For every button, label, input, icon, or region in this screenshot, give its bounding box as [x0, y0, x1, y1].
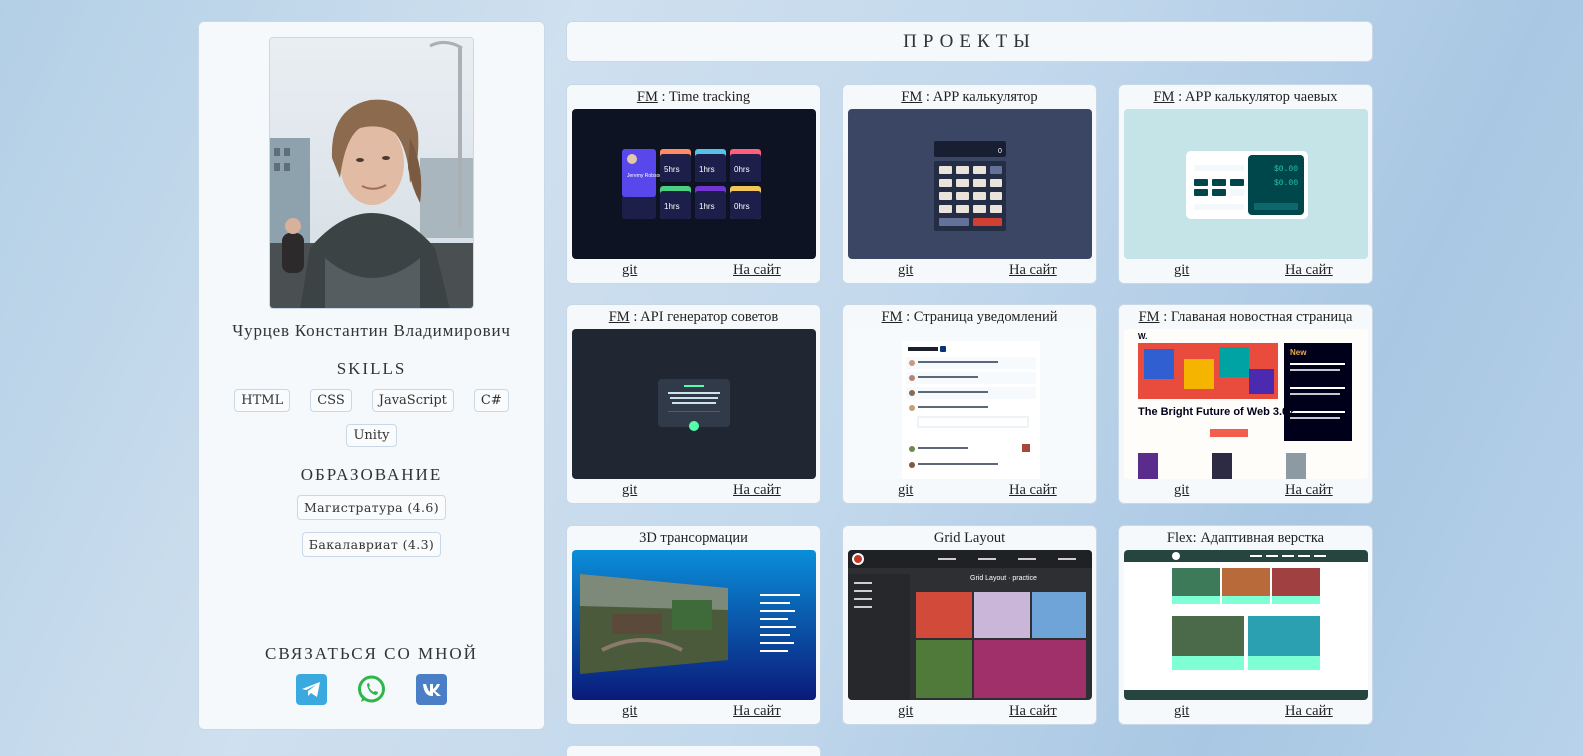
project-thumbnail[interactable]	[572, 329, 816, 479]
whatsapp-icon[interactable]	[356, 674, 387, 705]
education-chip: Бакалавриат (4.3)	[301, 532, 442, 557]
project-name: : API генератор советов	[633, 309, 779, 325]
fm-link[interactable]: FM	[609, 309, 630, 325]
thumb-grid-title: Grid Layout · practice	[970, 575, 1037, 582]
telegram-icon[interactable]	[296, 674, 327, 705]
project-name: : Time tracking	[661, 89, 751, 105]
project-thumbnail[interactable]	[848, 329, 1092, 479]
git-link[interactable]: git	[1174, 262, 1189, 279]
thumb-hours: 1hrs	[664, 202, 680, 211]
skill-chip: CSS	[310, 389, 352, 412]
svg-text:W.: W.	[1138, 332, 1147, 341]
skills-title: SKILLS	[336, 359, 407, 378]
project-thumbnail[interactable]: 0	[848, 109, 1092, 259]
project-name: : Страница уведомлений	[906, 309, 1058, 325]
thumb-headline: The Bright Future of Web 3.0?	[1138, 406, 1295, 418]
thumb-side-title: New	[1290, 348, 1307, 357]
project-title: FM : Страница уведомлений	[843, 309, 1096, 326]
project-card: FM : APP калькулятор чаевых $0.00 $0.00 …	[1118, 84, 1373, 284]
project-title: FM : APP калькулятор чаевых	[1119, 89, 1372, 106]
project-title: Grid Layout	[843, 530, 1096, 547]
thumb-user: Jeremy Robson	[627, 173, 662, 179]
avatar-photo	[270, 38, 473, 308]
git-link[interactable]: git	[898, 482, 913, 499]
project-name: : APP калькулятор чаевых	[1178, 89, 1338, 105]
thumb-amount: $0.00	[1274, 179, 1298, 188]
project-card: Flex: Адаптивная верстка git На сайт	[1118, 525, 1373, 725]
thumb-display: 0	[998, 148, 1002, 155]
project-name: 3D трансормации	[639, 530, 748, 546]
project-name: Grid Layout	[933, 530, 1006, 546]
project-title: Flex: Адаптивная верстка	[1119, 530, 1372, 547]
vk-icon[interactable]	[416, 674, 447, 705]
project-name: : Главаная новостная страница	[1163, 309, 1353, 325]
git-link[interactable]: git	[622, 703, 637, 720]
project-card: FM : Главаная новостная страница W. New …	[1118, 304, 1373, 504]
git-link[interactable]: git	[898, 703, 913, 720]
git-link[interactable]: git	[622, 482, 637, 499]
avatar	[269, 37, 474, 309]
contact-title: СВЯЗАТЬСЯ СО МНОЙ	[265, 644, 478, 663]
git-link[interactable]: git	[898, 262, 913, 279]
site-link[interactable]: На сайт	[1009, 703, 1057, 720]
person-name: Чурцев Константин Владимирович	[232, 321, 511, 340]
thumb-hours: 5hrs	[664, 165, 680, 174]
thumb-hours: 1hrs	[699, 165, 715, 174]
site-link[interactable]: На сайт	[733, 703, 781, 720]
fm-link[interactable]: FM	[1139, 309, 1160, 325]
git-link[interactable]: git	[1174, 703, 1189, 720]
site-link[interactable]: На сайт	[733, 262, 781, 279]
skill-chip: C#	[473, 389, 509, 412]
project-thumbnail[interactable]	[1124, 550, 1368, 700]
fm-link[interactable]: FM	[1153, 89, 1174, 105]
site-link[interactable]: На сайт	[1009, 482, 1057, 499]
thumb-hours: 0hrs	[734, 165, 750, 174]
project-thumbnail[interactable]: W. New The Bright Future of Web 3.0?	[1124, 329, 1368, 479]
thumb-hours: 0hrs	[734, 202, 750, 211]
project-title: FM : APP калькулятор	[843, 89, 1096, 106]
project-thumbnail[interactable]: Grid Layout · practice	[848, 550, 1092, 700]
education-title: ОБРАЗОВАНИЕ	[300, 465, 443, 484]
education-list: Магистратура (4.6) Бакалавриат (4.3)	[222, 495, 522, 557]
skill-chip: HTML	[234, 389, 291, 412]
skill-chip: Unity	[346, 424, 397, 447]
project-card: FM : APP калькулятор 0 git На сайт	[842, 84, 1097, 284]
git-link[interactable]: git	[622, 262, 637, 279]
project-title: FM : Главаная новостная страница	[1119, 309, 1372, 326]
fm-link[interactable]: FM	[637, 89, 658, 105]
project-card: Grid Layout Grid Layout · practice git Н…	[842, 525, 1097, 725]
project-title: FM : Time tracking	[567, 89, 820, 106]
fm-link[interactable]: FM	[901, 89, 922, 105]
thumb-hours: 1hrs	[699, 202, 715, 211]
thumb-amount: $0.00	[1274, 165, 1298, 174]
project-name: : APP калькулятор	[925, 89, 1038, 105]
site-link[interactable]: На сайт	[1009, 262, 1057, 279]
skills-list: HTML CSS JavaScript C# Unity	[222, 389, 522, 447]
fm-link[interactable]: FM	[881, 309, 902, 325]
project-card: FM : Страница уведомлений git На сайт	[842, 304, 1097, 504]
site-link[interactable]: На сайт	[1285, 703, 1333, 720]
git-link[interactable]: git	[1174, 482, 1189, 499]
education-chip: Магистратура (4.6)	[296, 495, 447, 520]
project-card: FM : API генератор советов git На сайт	[566, 304, 821, 504]
project-title: FM : API генератор советов	[567, 309, 820, 326]
profile-sidebar: Чурцев Константин Владимирович SKILLS HT…	[198, 21, 545, 730]
social-links	[199, 674, 544, 705]
project-name: Flex: Адаптивная верстка	[1166, 530, 1325, 546]
project-card: FM : Time tracking Jeremy Robson 5hrs 1h…	[566, 84, 821, 284]
project-thumbnail[interactable]: Jeremy Robson 5hrs 1hrs 0hrs 1hrs 1hrs 0…	[572, 109, 816, 259]
site-link[interactable]: На сайт	[733, 482, 781, 499]
project-thumbnail[interactable]	[572, 550, 816, 700]
project-title: 3D трансормации	[567, 530, 820, 547]
project-card-partial	[566, 745, 821, 756]
skill-chip: JavaScript	[371, 389, 454, 412]
site-link[interactable]: На сайт	[1285, 482, 1333, 499]
projects-header: ПРОЕКТЫ	[566, 21, 1373, 62]
site-link[interactable]: На сайт	[1285, 262, 1333, 279]
project-thumbnail[interactable]: $0.00 $0.00	[1124, 109, 1368, 259]
project-card: 3D трансормации git На сайт	[566, 525, 821, 725]
